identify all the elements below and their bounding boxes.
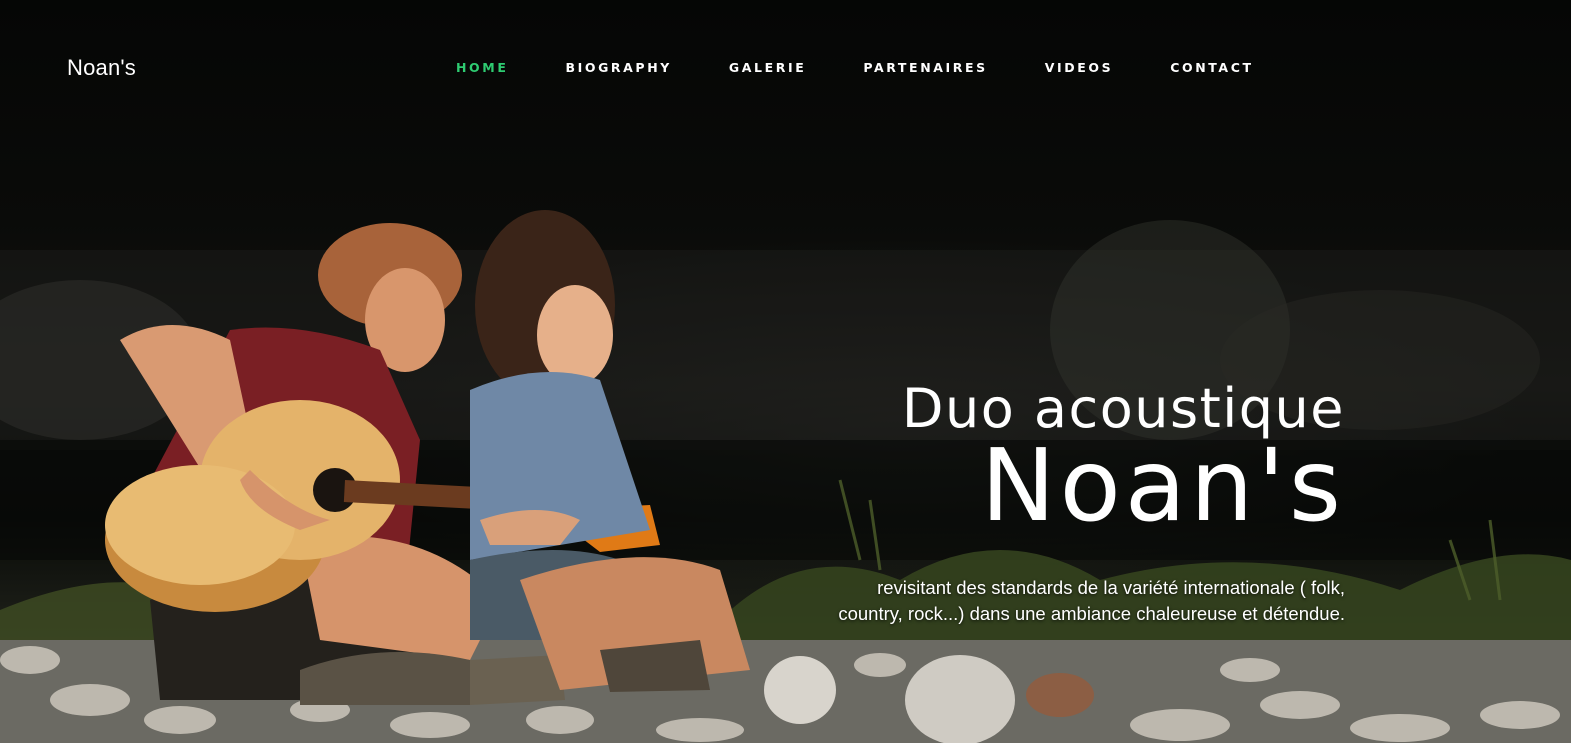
nav-item-contact[interactable]: CONTACT xyxy=(1170,60,1253,75)
main-nav: HOME BIOGRAPHY GALERIE PARTENAIRES VIDEO… xyxy=(456,60,1311,75)
nav-item-galerie[interactable]: GALERIE xyxy=(729,60,806,75)
site-logo[interactable]: Noan's xyxy=(67,55,136,81)
hero-section: Noan's HOME BIOGRAPHY GALERIE PARTENAIRE… xyxy=(0,0,1571,743)
top-navbar: Noan's HOME BIOGRAPHY GALERIE PARTENAIRE… xyxy=(0,0,1571,130)
nav-item-biography[interactable]: BIOGRAPHY xyxy=(565,60,671,75)
hero-tagline-line1: revisitant des standards de la variété i… xyxy=(877,577,1345,598)
hero-tagline-line2: country, rock...) dans une ambiance chal… xyxy=(838,603,1345,624)
nav-item-partenaires[interactable]: PARTENAIRES xyxy=(863,60,987,75)
nav-item-home[interactable]: HOME xyxy=(456,60,508,75)
hero-heading: Duo acoustique Noan's xyxy=(902,378,1345,536)
hero-heading-line2: Noan's xyxy=(980,427,1345,544)
nav-item-videos[interactable]: VIDEOS xyxy=(1045,60,1113,75)
hero-tagline: revisitant des standards de la variété i… xyxy=(785,575,1345,627)
